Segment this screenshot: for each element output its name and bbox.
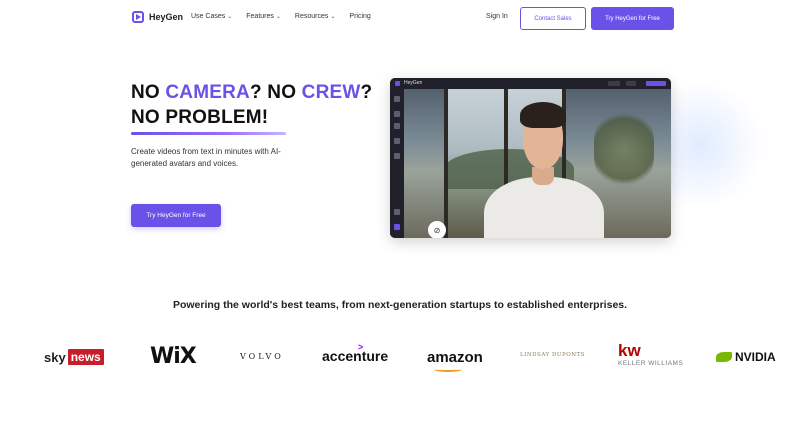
nav-pricing-label: Pricing: [349, 13, 371, 20]
accenture-chevron-icon: >: [358, 342, 364, 352]
app-submit-pill: [646, 81, 666, 86]
app-toolbar-pill: [608, 81, 620, 86]
app-preview-titlebar: HeyGen: [390, 78, 671, 89]
try-free-nav-button[interactable]: Try HeyGen for Free: [591, 7, 674, 30]
logo-text: HeyGen: [149, 12, 184, 22]
mute-toggle-icon[interactable]: ⊘: [428, 221, 446, 238]
sidebar-element-icon: [394, 153, 400, 159]
sidebar-avatar-icon: [394, 111, 400, 117]
app-preview-window: HeyGen ⊘: [390, 78, 671, 238]
hero-title-accent-camera: CAMERA: [165, 82, 250, 103]
nvidia-text: NVIDIA: [735, 350, 776, 364]
lindsay-duponts-logo: LINDSAY DUPONTS: [520, 352, 585, 358]
sidebar-home-icon: [394, 96, 400, 102]
nav-links: Use Cases ⌄ Features ⌄ Resources ⌄ Prici…: [191, 13, 371, 20]
hero-title-underline: [131, 132, 286, 135]
wix-logo: WiX: [150, 344, 197, 369]
background-plant: [594, 109, 654, 189]
accenture-logo: accenture: [322, 348, 389, 364]
hero-title-part3: ?: [360, 82, 373, 103]
hero-title: NO CAMERA? NO CREW? NO PROBLEM!: [131, 80, 372, 130]
teams-heading: Powering the world's best teams, from ne…: [172, 299, 628, 311]
nav-features-label: Features: [246, 13, 274, 20]
avatar-shirt: [484, 177, 604, 238]
sidebar-media-icon: [394, 138, 400, 144]
top-navigation: HeyGen Use Cases ⌄ Features ⌄ Resources …: [0, 0, 800, 36]
hero-subtitle: Create videos from text in minutes with …: [131, 147, 281, 168]
window-mullion: [444, 89, 448, 238]
hero-title-line2: NO PROBLEM!: [131, 107, 269, 128]
nvidia-eye-icon: [716, 352, 732, 362]
nav-resources[interactable]: Resources ⌄: [295, 13, 336, 20]
nav-use-cases[interactable]: Use Cases ⌄: [191, 13, 232, 20]
sky-news-logo: sky news: [44, 349, 104, 365]
chevron-down-icon: ⌄: [227, 14, 233, 20]
kw-text: KELLER WILLIAMS: [618, 360, 684, 367]
app-logo-icon: [395, 81, 400, 86]
hero-title-part1: NO: [131, 82, 166, 103]
app-preview-name: HeyGen: [404, 80, 423, 86]
heygen-logo[interactable]: HeyGen: [132, 11, 183, 23]
sign-in-link[interactable]: Sign In: [486, 13, 508, 20]
nav-use-cases-label: Use Cases: [191, 13, 226, 20]
sky-text: sky: [44, 349, 66, 365]
chevron-down-icon: ⌄: [330, 14, 336, 20]
avatar-neck: [532, 167, 554, 185]
nav-features[interactable]: Features ⌄: [246, 13, 281, 20]
avatar-hair: [520, 102, 566, 128]
app-toolbar-pill: [626, 81, 636, 86]
sidebar-text-icon: [394, 123, 400, 129]
customer-logos: sky news WiX VOLVO accenture > amazon LIN…: [0, 340, 800, 380]
amazon-logo: amazon: [427, 349, 483, 366]
hero-title-accent-crew: CREW: [301, 82, 361, 103]
contact-sales-button[interactable]: Contact Sales: [520, 7, 586, 30]
kw-mark: kw: [618, 341, 641, 360]
amazon-smile-icon: [434, 367, 462, 372]
nvidia-logo: NVIDIA: [716, 350, 776, 364]
heygen-logo-icon: [132, 11, 144, 23]
news-badge: news: [67, 349, 104, 365]
avatar-video: ⊘: [404, 89, 671, 238]
hero-title-part2: ? NO: [249, 82, 302, 103]
volvo-logo: VOLVO: [240, 352, 284, 361]
keller-williams-logo: kw KELLER WILLIAMS: [618, 341, 684, 368]
nav-pricing[interactable]: Pricing: [349, 13, 370, 20]
try-free-hero-button[interactable]: Try HeyGen for Free: [131, 204, 221, 227]
app-preview-sidebar: [390, 89, 404, 238]
sidebar-help-icon: [394, 209, 400, 215]
chevron-down-icon: ⌄: [275, 14, 281, 20]
sidebar-profile-icon: [394, 224, 400, 230]
nav-resources-label: Resources: [294, 13, 329, 20]
